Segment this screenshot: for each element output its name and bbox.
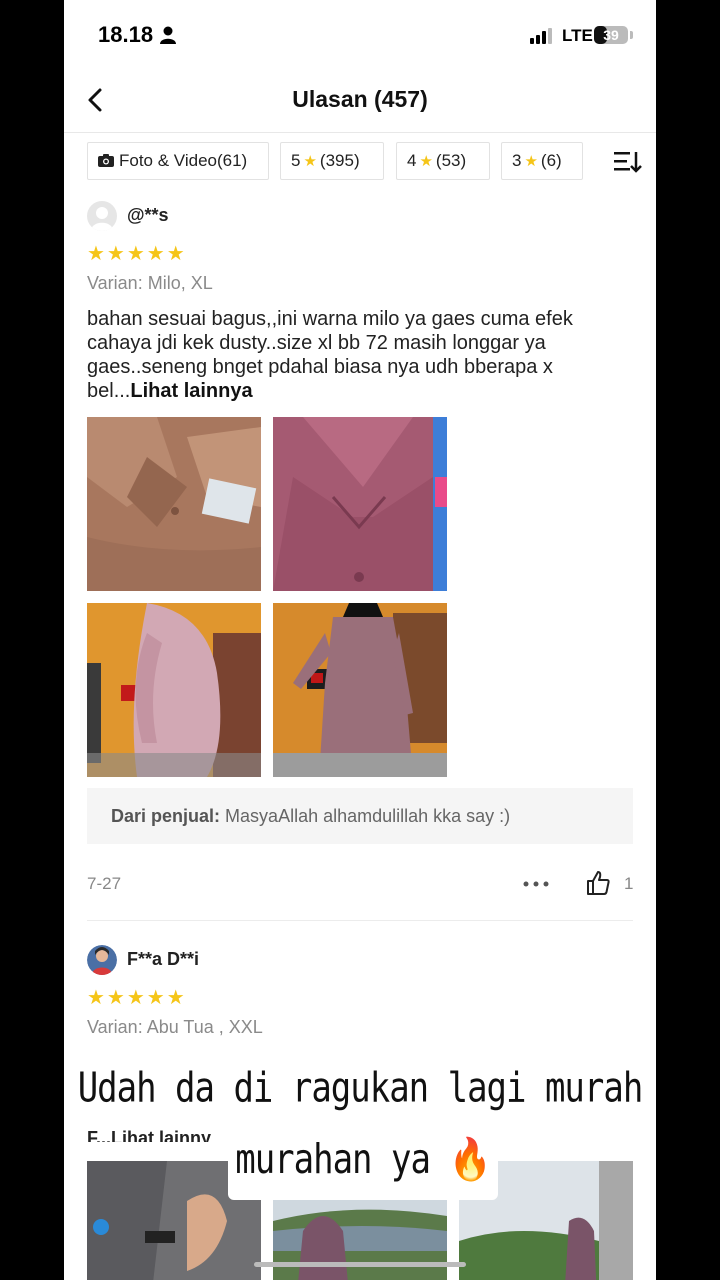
star-icon: ★ — [303, 153, 317, 170]
filter-chip-label: Foto & Video — [119, 151, 217, 170]
review-photo-1[interactable] — [87, 417, 261, 591]
variant-label: Varian: Abu Tua , XXL — [87, 1017, 263, 1037]
battery-tip — [630, 31, 633, 39]
star-icon: ★ — [419, 153, 433, 170]
see-more-link[interactable]: Lihat lainnya — [130, 380, 252, 402]
page-title: Ulasan (457) — [292, 86, 428, 112]
camera-icon — [98, 154, 114, 167]
filter-chip-4-star[interactable]: 4 ★ (53) — [396, 142, 490, 180]
network-label: LTE — [562, 26, 593, 45]
star-icon: ★ — [524, 153, 538, 170]
filter-chip-count: (395) — [319, 151, 360, 170]
signal-icon — [530, 28, 552, 44]
avatar[interactable] — [87, 201, 117, 231]
filter-chip-3-star[interactable]: 3 ★ (6) — [501, 142, 583, 180]
more-options-icon[interactable] — [522, 878, 550, 890]
default-avatar-icon — [91, 207, 113, 231]
review-photo-4[interactable] — [273, 603, 447, 777]
review-date: 7-27 — [87, 874, 122, 893]
filter-chip-count: (53) — [435, 151, 467, 170]
person-icon — [160, 26, 176, 44]
battery-icon: 39 — [594, 26, 628, 44]
caption-line-2: murahan ya 🔥 — [235, 1136, 492, 1184]
variant-label: Varian: Milo, XL — [87, 273, 213, 293]
reviewer-name: @**s — [127, 205, 169, 225]
filter-chip-photo-video[interactable]: Foto & Video(61) — [87, 142, 269, 180]
seller-reply-label: Dari penjual: — [111, 806, 221, 826]
review-text: bahan sesuai bagus,,ini warna milo ya ga… — [87, 307, 633, 403]
status-time: 18.18 — [98, 22, 154, 47]
review-screen: 18.18 LTE 39 Ulasan (457) Foto & Video(6… — [64, 0, 656, 1280]
home-indicator[interactable] — [254, 1262, 466, 1267]
filter-chip-count: (6) — [540, 151, 562, 170]
filter-chip-label: 3 — [512, 151, 522, 170]
filter-chip-label: 5 — [291, 151, 301, 170]
review-photo-2[interactable] — [273, 417, 447, 591]
sort-icon[interactable] — [614, 150, 642, 174]
like-count: 1 — [624, 874, 634, 893]
filter-chip-5-star[interactable]: 5 ★ (395) — [280, 142, 384, 180]
reviewer-name: F**a D**i — [127, 949, 200, 969]
rating-stars: ★★★★★ — [87, 243, 187, 265]
filter-bar: Foto & Video(61) 5 ★ (395) 4 ★ (53) 3 ★ (6) — [64, 142, 656, 184]
review-photo-3[interactable] — [87, 603, 261, 777]
seller-reply-text: MasyaAllah alhamdulillah kka say :) — [225, 806, 511, 826]
status-bar: 18.18 LTE 39 — [64, 0, 656, 70]
filter-chip-count: (61) — [216, 151, 248, 170]
battery-level: 39 — [603, 27, 619, 43]
avatar[interactable] — [87, 945, 117, 975]
filter-chip-label: 4 — [407, 151, 417, 170]
rating-stars: ★★★★★ — [87, 987, 187, 1009]
seller-reply: Dari penjual: MasyaAllah alhamdulillah k… — [87, 788, 633, 844]
page-header: Ulasan (457) — [64, 70, 656, 133]
thumbs-up-icon[interactable] — [586, 870, 610, 896]
divider — [87, 920, 633, 921]
